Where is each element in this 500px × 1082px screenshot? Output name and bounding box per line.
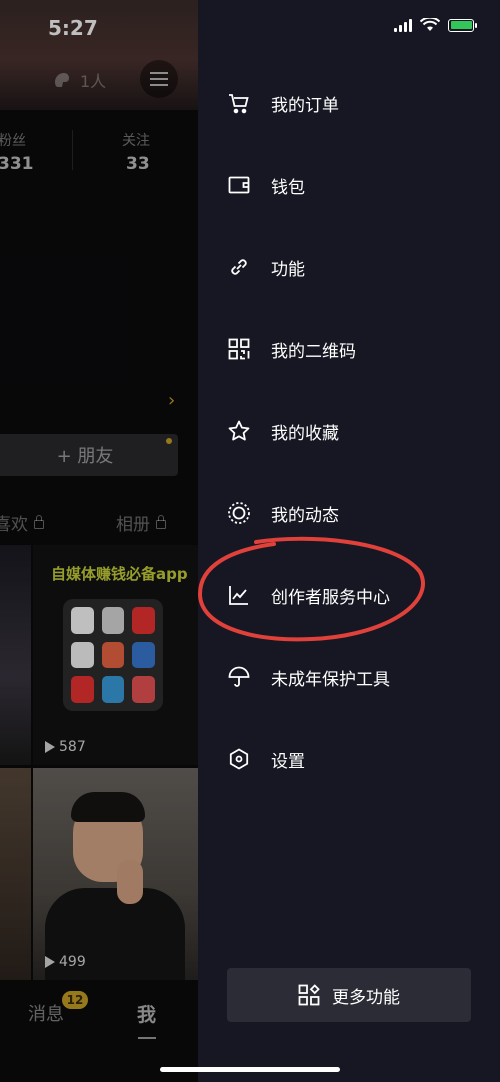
menu-item-features[interactable]: 功能 <box>198 226 500 308</box>
menu-item-label: 我的订单 <box>271 95 339 116</box>
menu-item-settings[interactable]: 设置 <box>198 718 500 800</box>
chevron-right-icon[interactable]: › <box>168 390 175 411</box>
visitor-text: 1人 <box>80 72 107 91</box>
video-thumbnail[interactable] <box>0 768 31 980</box>
wifi-icon <box>420 18 440 31</box>
menu-item-dynamics[interactable]: 我的动态 <box>198 472 500 554</box>
hamburger-icon <box>150 72 168 86</box>
lock-icon <box>34 515 44 529</box>
star-icon <box>226 418 252 444</box>
play-icon <box>45 956 55 968</box>
qrcode-icon <box>226 336 252 362</box>
visitor-count[interactable]: 1人 <box>52 68 106 92</box>
play-count-value: 499 <box>59 954 86 970</box>
video-title: 自媒体赚钱必备app <box>51 565 188 583</box>
play-count: 587 <box>45 739 86 755</box>
add-friend-button[interactable]: + 朋友 <box>0 434 178 476</box>
tab-likes[interactable]: 喜欢 <box>0 510 44 535</box>
menu-item-label: 创作者服务中心 <box>271 587 390 608</box>
menu-item-label: 我的二维码 <box>271 341 356 362</box>
menu-item-label: 功能 <box>271 259 305 280</box>
add-friend-label: + 朋友 <box>56 446 114 467</box>
nav-messages[interactable]: 消息 <box>28 1000 64 1026</box>
app-grid-image <box>63 599 163 711</box>
nav-me[interactable]: 我 <box>137 1000 156 1027</box>
menu-button[interactable] <box>140 60 178 98</box>
play-icon <box>45 741 55 753</box>
stats-divider <box>72 130 73 170</box>
tab-likes-label: 喜欢 <box>0 515 28 535</box>
wallet-icon <box>226 172 252 198</box>
followers-label: 粉丝 <box>0 133 26 149</box>
video-thumbnail[interactable] <box>0 545 31 765</box>
following-label: 关注 <box>122 133 150 149</box>
home-indicator[interactable] <box>160 1067 340 1072</box>
play-count-value: 587 <box>59 739 86 755</box>
grid-icon <box>298 984 320 1006</box>
followers-value[interactable]: 331 <box>0 154 34 174</box>
tab-album[interactable]: 相册 <box>116 510 166 535</box>
nav-active-indicator <box>138 1037 156 1039</box>
play-count: 499 <box>45 954 86 970</box>
more-features-label: 更多功能 <box>332 987 400 1008</box>
menu-item-orders[interactable]: 我的订单 <box>198 62 500 144</box>
menu-item-label: 未成年保护工具 <box>271 669 390 690</box>
visitor-icon <box>55 73 69 87</box>
following-value[interactable]: 33 <box>126 154 150 174</box>
cart-icon <box>226 90 252 116</box>
menu-item-label: 设置 <box>271 751 305 772</box>
signal-icon <box>394 18 412 32</box>
menu-item-label: 钱包 <box>271 177 305 198</box>
status-time: 5:27 <box>48 16 98 40</box>
menu-item-wallet[interactable]: 钱包 <box>198 144 500 226</box>
battery-icon <box>448 18 477 32</box>
menu-item-label: 我的动态 <box>271 505 339 526</box>
side-drawer: 我的订单 钱包 功能 我的二维码 我的收藏 我的动态 创作者服务中心 未成年保护… <box>198 0 500 1082</box>
person-hair <box>71 792 145 822</box>
video-thumbnail[interactable]: 499 <box>33 768 198 980</box>
menu-item-qrcode[interactable]: 我的二维码 <box>198 308 500 390</box>
settings-icon <box>226 746 252 772</box>
menu-item-label: 我的收藏 <box>271 423 339 444</box>
chart-icon <box>226 582 252 608</box>
tab-album-label: 相册 <box>116 515 150 535</box>
profile-page-background: 5:27 1人 粉丝 331 关注 33 › + 朋友 喜欢 相册 自媒体赚钱必… <box>0 0 198 1082</box>
video-thumbnail[interactable]: 自媒体赚钱必备app 587 <box>33 545 198 765</box>
menu-item-favorites[interactable]: 我的收藏 <box>198 390 500 472</box>
link-icon <box>226 254 252 280</box>
status-icons <box>394 18 477 32</box>
menu-item-creator-center[interactable]: 创作者服务中心 <box>198 554 500 636</box>
menu-item-minor-protection[interactable]: 未成年保护工具 <box>198 636 500 718</box>
umbrella-icon <box>226 664 252 690</box>
dynamic-icon <box>226 500 252 526</box>
messages-badge: 12 <box>62 991 88 1009</box>
lock-icon <box>156 515 166 529</box>
notification-dot <box>166 438 172 444</box>
person-hand <box>117 860 143 904</box>
more-features-button[interactable]: 更多功能 <box>227 968 471 1022</box>
